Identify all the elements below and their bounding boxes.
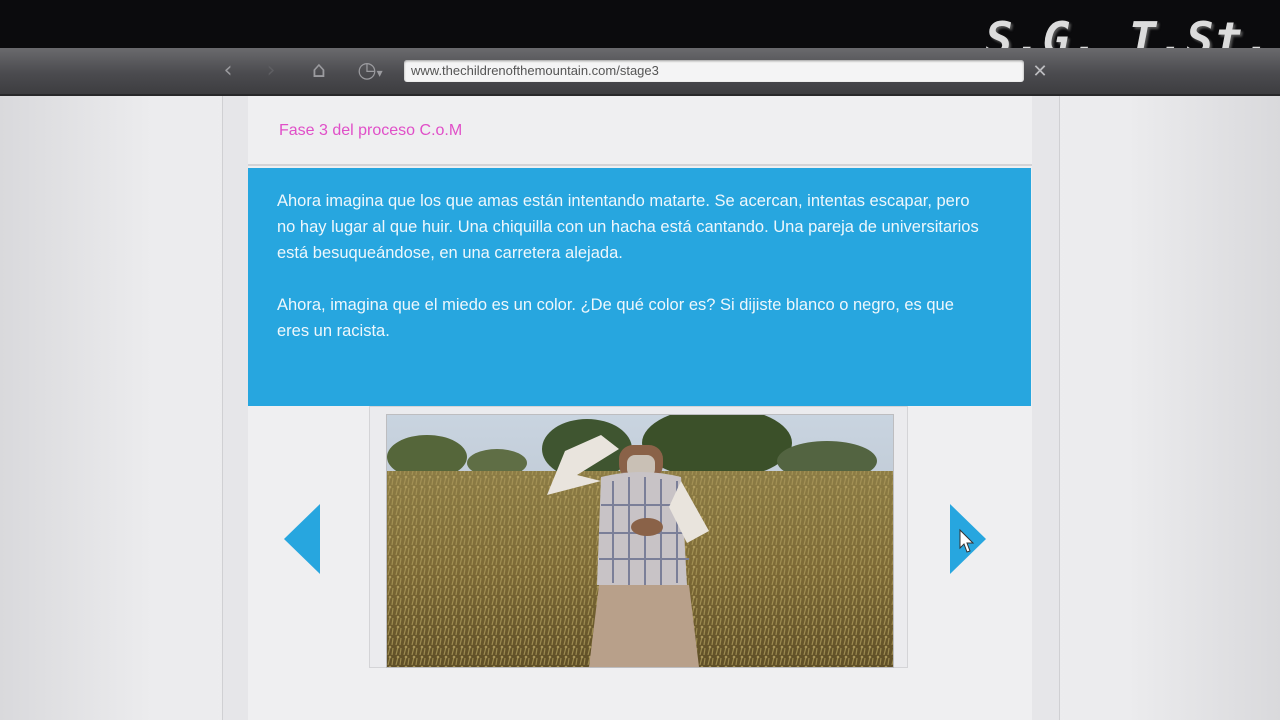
gallery-image xyxy=(386,414,894,668)
close-icon[interactable]: ✕ xyxy=(1030,60,1050,82)
home-icon[interactable]: ⌂ xyxy=(304,56,334,86)
prev-image-arrow-icon[interactable] xyxy=(284,504,322,574)
back-icon[interactable]: ‹ xyxy=(213,56,243,86)
forward-icon[interactable]: › xyxy=(256,56,286,86)
intro-text-box: Ahora imagina que los que amas están int… xyxy=(248,168,1031,406)
browser-toolbar: ‹ › ⌂ ◷▾ www.thechildrenofthemountain.co… xyxy=(0,48,1280,96)
title-divider xyxy=(248,164,1032,166)
intro-paragraph-1: Ahora imagina que los que amas están int… xyxy=(277,192,979,262)
intro-paragraph-2: Ahora, imagina que el miedo es un color.… xyxy=(277,296,954,340)
field-scene-image xyxy=(387,415,893,667)
history-glyph: ◷ xyxy=(357,58,377,83)
history-icon[interactable]: ◷▾ xyxy=(350,56,390,86)
page-title: Fase 3 del proceso C.o.M xyxy=(279,122,463,139)
chevron-down-icon: ▾ xyxy=(376,66,383,80)
next-image-arrow-icon[interactable] xyxy=(948,504,986,574)
url-input[interactable]: www.thechildrenofthemountain.com/stage3 xyxy=(404,60,1024,82)
